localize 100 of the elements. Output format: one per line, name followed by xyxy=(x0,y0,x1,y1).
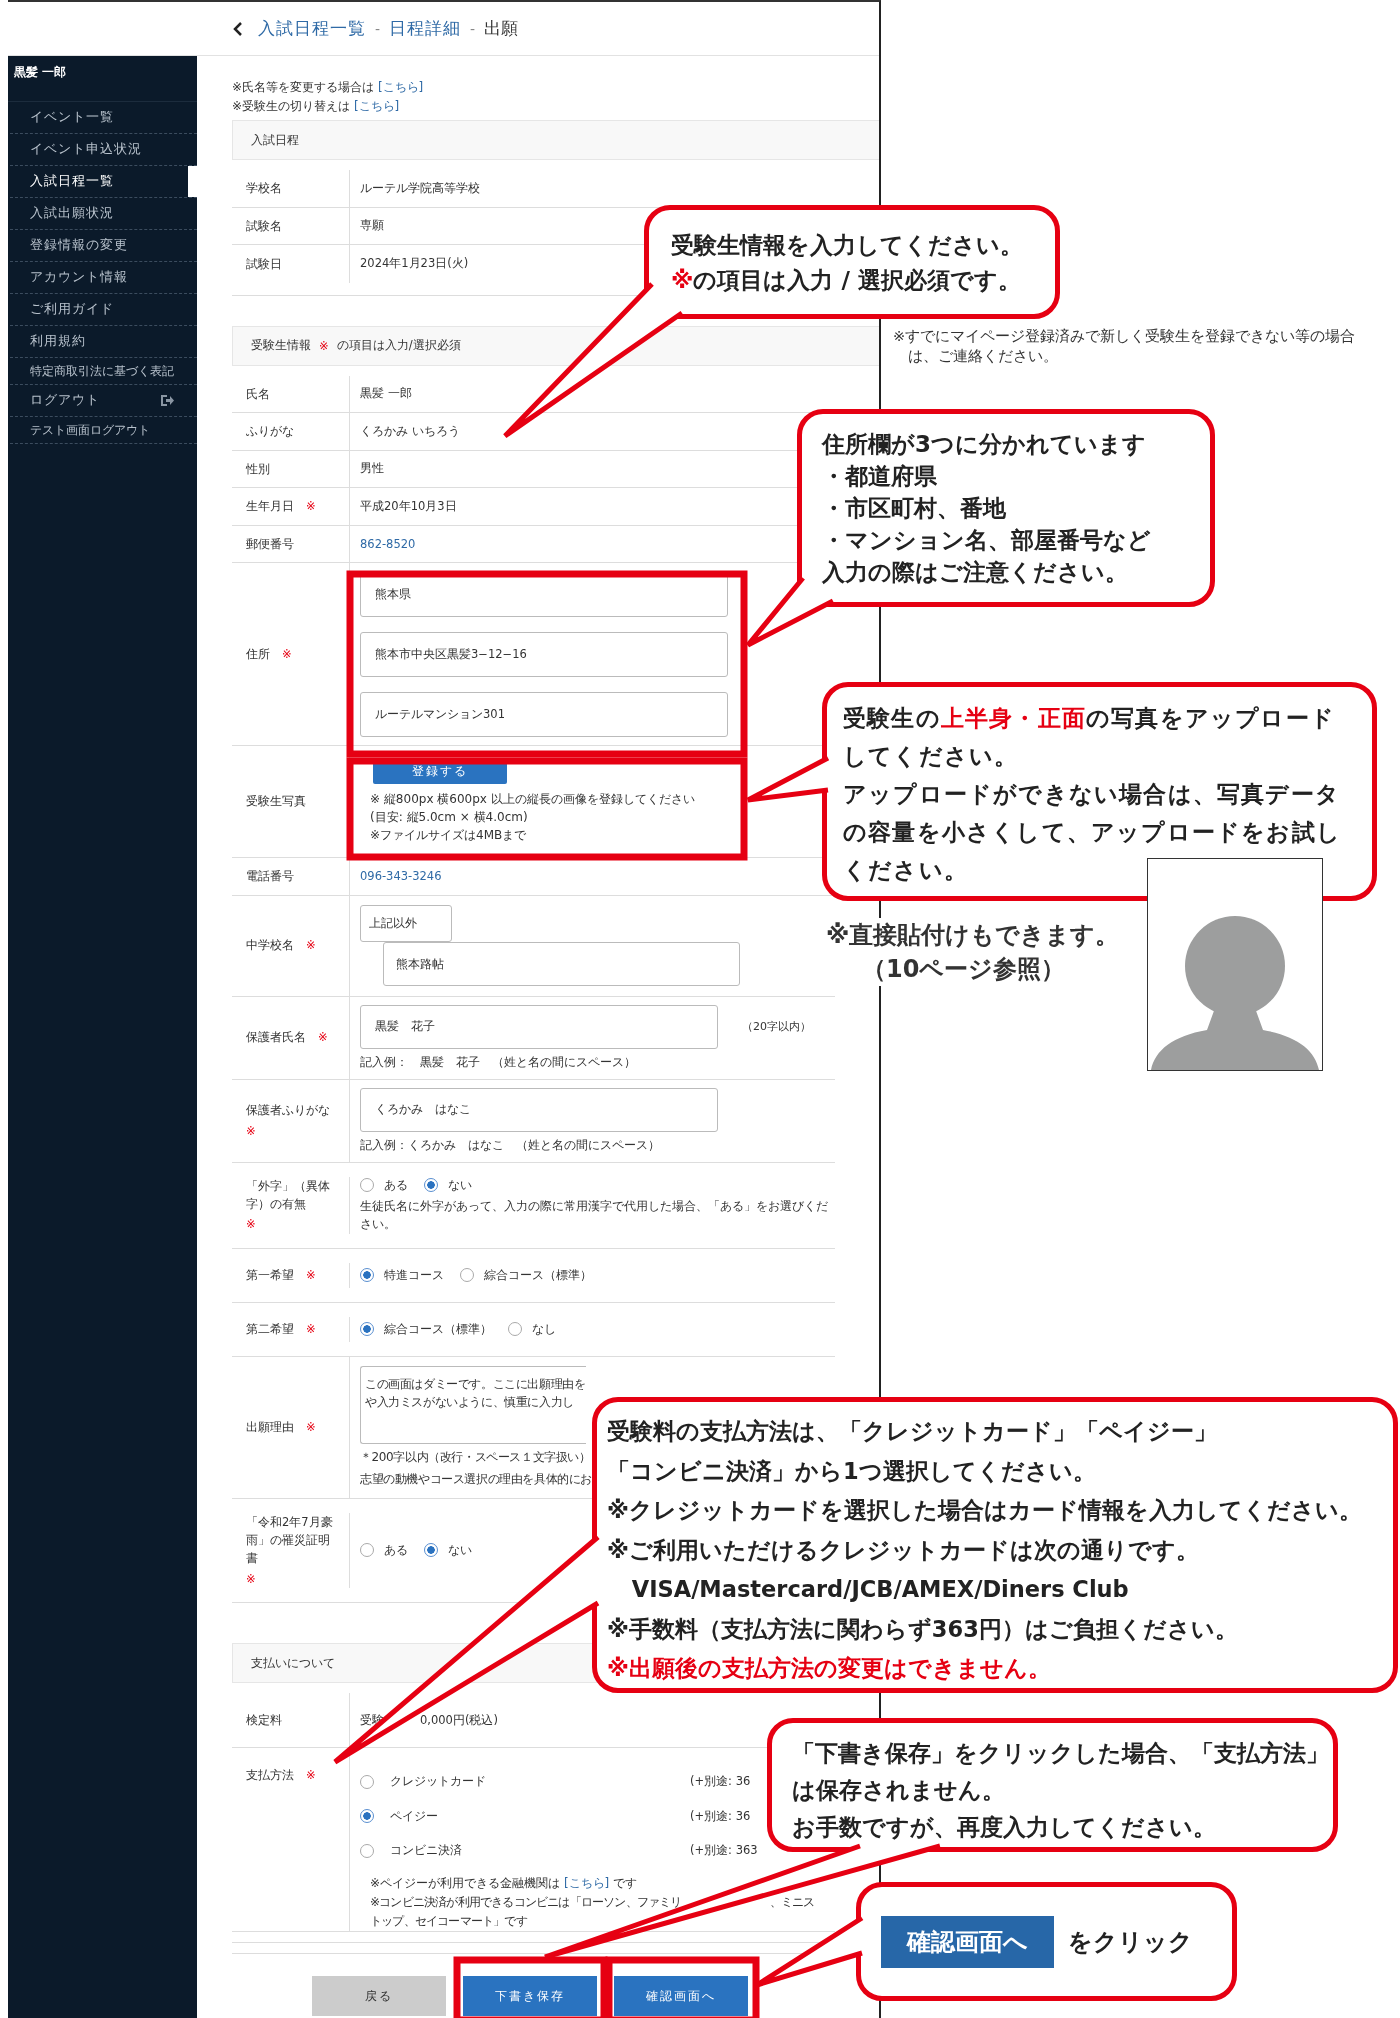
callout-text: ・都道府県 xyxy=(822,462,938,491)
notice-text: ※コンビニ決済が利用できるコンビニは「ローソン、ファミリ xyxy=(370,1894,682,1912)
radio-label: ない xyxy=(448,1177,472,1193)
sidebar-item[interactable]: 入試日程一覧 xyxy=(10,166,197,198)
field-label: 電話番号 xyxy=(246,868,294,886)
callout-text: ・市区町村、番地 xyxy=(822,494,1007,523)
required-mark: ※ xyxy=(282,645,292,663)
sidebar-item[interactable]: 入試出願状況 xyxy=(10,198,197,230)
radio-button[interactable] xyxy=(360,1178,374,1193)
user-name: 黒髪 一郎 xyxy=(14,65,67,79)
required-mark: ※ xyxy=(246,1216,256,1234)
callout-text: 受験生の上半身・正面の写真をアップロード してください。 xyxy=(843,704,1336,771)
radio-button[interactable] xyxy=(360,1543,374,1558)
field-label: 試験名 xyxy=(246,217,282,235)
callout-text: ・マンション名、部屋番号など xyxy=(822,526,1152,555)
sidebar-item[interactable]: ご利用ガイド xyxy=(10,294,197,326)
field-label: 支払方法 xyxy=(246,1767,294,1785)
breadcrumb-link[interactable]: 入試日程一覧 xyxy=(258,17,366,40)
notice-text: ※ペイジーが利用できる金融機関は [こちら] です xyxy=(370,1875,639,1893)
field-value: 平成20年10月3日 xyxy=(360,498,457,514)
field-label: 試験日 xyxy=(246,255,282,273)
sidebar-item[interactable]: テスト画面ログアウト xyxy=(10,417,197,444)
radio-label: 綜合コース（標準） xyxy=(484,1267,592,1283)
notice-link[interactable]: [こちら] xyxy=(563,1876,610,1891)
back-icon[interactable] xyxy=(233,21,243,36)
sidebar-item[interactable]: 利用規約 xyxy=(10,326,197,358)
field-label: 「外字」（異体字）の有無 xyxy=(246,1177,331,1213)
field-label: 生年月日 xyxy=(246,498,294,516)
sidebar-item[interactable]: 登録情報の変更 xyxy=(10,230,197,262)
radio-button[interactable] xyxy=(360,1322,374,1337)
upload-note: ※ 縦800px 横600px 以上の縦長の画像を登録してください xyxy=(370,791,695,808)
radio-button[interactable] xyxy=(360,1809,374,1824)
example-hint: 記入例：くろかみ はなこ （姓と名の間にスペース） xyxy=(360,1136,660,1154)
help-text: ＊200字以内（改行・スペース１文字扱い） xyxy=(360,1449,591,1467)
field-label: 郵便番号 xyxy=(246,535,294,553)
required-mark: ※ xyxy=(306,1418,316,1436)
field-label: 検定料 xyxy=(246,1712,282,1730)
sidebar-item[interactable]: アカウント情報 xyxy=(10,262,197,294)
required-mark: ※ xyxy=(246,1122,256,1140)
reason-textarea[interactable]: この画面はダミーです。ここに出願理由を や入力ミスがないように、慎重に入力し xyxy=(360,1366,586,1445)
sidebar-item[interactable]: 特定商取引法に基づく表記 xyxy=(10,358,197,385)
field-value: くろかみ いちろう xyxy=(360,423,460,439)
school-select[interactable]: 上記以外 xyxy=(360,905,452,942)
notice-link[interactable]: [こちら] xyxy=(353,99,400,113)
notice-text: 、ミニス xyxy=(769,1894,815,1912)
radio-button[interactable] xyxy=(424,1178,438,1193)
field-link[interactable]: 862-8520 xyxy=(360,536,416,551)
help-text: 志望の動機やコース選択の理由を具体的にお xyxy=(360,1471,592,1489)
callout-text: ※クレジットカードを選択した場合はカード情報を入力してください。 xyxy=(607,1496,1363,1525)
callout-text: 住所欄が3つに分かれています xyxy=(822,430,1147,459)
field-value: 黒髪 一郎 xyxy=(360,386,412,402)
field-value: 専願 xyxy=(360,218,384,234)
callout-text: お手数ですが、再度入力してください。 xyxy=(792,1813,1217,1842)
address-field[interactable]: 熊本市中央区黒髪3−12−16 xyxy=(360,632,728,677)
submit-button[interactable]: 下書き保存 xyxy=(463,1976,597,2017)
radio-button[interactable] xyxy=(460,1268,474,1283)
address-field[interactable]: ルーテルマンション301 xyxy=(360,692,728,737)
callout-text: 入力の際はご注意ください。 xyxy=(822,558,1129,587)
field-label: 第一希望 xyxy=(246,1266,294,1284)
school-field[interactable]: 熊本路帖 xyxy=(383,942,740,986)
field-label: 学校名 xyxy=(246,180,282,198)
field-link[interactable]: 096-343-3246 xyxy=(360,869,442,884)
submit-button[interactable]: 確認画面へ xyxy=(614,1976,748,2017)
text-field[interactable]: 黒髪 花子 xyxy=(360,1004,718,1049)
field-label: 受験生写真 xyxy=(246,793,306,811)
radio-button[interactable] xyxy=(424,1543,438,1558)
callout-text: アップロードができない場合は、写真データ の容量を小さくして、アップロードをお試し ください。 xyxy=(843,780,1342,885)
callout-text: 受験生情報を入力してください。 xyxy=(671,231,1024,260)
required-mark: ※ xyxy=(306,1767,316,1785)
required-mark: ※ xyxy=(306,1266,316,1284)
field-label: 氏名 xyxy=(246,385,270,403)
button-sample: 確認画面へ xyxy=(881,1915,1054,1968)
section-note: の項目は入力/選択必須 xyxy=(336,338,461,353)
required-mark: ※ xyxy=(306,1320,316,1338)
required-mark: ※ xyxy=(319,338,329,353)
radio-button[interactable] xyxy=(360,1268,374,1283)
help-text: 生徒氏名に外字があって、入力の際に常用漢字で代用した場合、「ある」をお選びください。 xyxy=(360,1197,829,1233)
breadcrumb-current: 出願 xyxy=(484,17,519,40)
radio-label: ある xyxy=(384,1542,408,1558)
field-label: 保護者氏名 xyxy=(246,1029,306,1047)
field-label: 保護者ふりがな xyxy=(246,1102,330,1120)
radio-button[interactable] xyxy=(508,1322,522,1337)
sidebar-item[interactable]: ログアウト xyxy=(10,385,197,417)
notice-text: ※氏名等を変更する場合は [こちら] xyxy=(232,79,425,96)
fee-text: (+別途: 363 xyxy=(690,1843,758,1859)
upload-note: (目安: 縦5.0cm × 横4.0cm) xyxy=(370,809,528,826)
breadcrumb-link[interactable]: 日程詳細 xyxy=(389,17,462,40)
annotation-text: ※すでにマイページ登録済みで新しく受験生を登録できない等の場合は、ご連絡ください。 xyxy=(893,327,1357,366)
sidebar-item[interactable]: イベント申込状況 xyxy=(10,134,197,166)
radio-button[interactable] xyxy=(360,1774,374,1789)
radio-label: コンビニ決済 xyxy=(390,1843,463,1859)
radio-label: クレジットカード xyxy=(390,1774,487,1790)
radio-label: 特進コース xyxy=(384,1267,444,1283)
text-field[interactable]: くろかみ はなこ xyxy=(360,1087,718,1132)
notice-link[interactable]: [こちら] xyxy=(377,80,424,94)
notice-text: ※受験生の切り替えは [こちら] xyxy=(232,98,401,115)
radio-button[interactable] xyxy=(360,1843,374,1858)
callout-text: をクリック xyxy=(1068,1926,1193,1958)
sidebar-item[interactable]: イベント一覧 xyxy=(10,102,197,134)
back-button[interactable]: 戻る xyxy=(312,1976,446,2017)
